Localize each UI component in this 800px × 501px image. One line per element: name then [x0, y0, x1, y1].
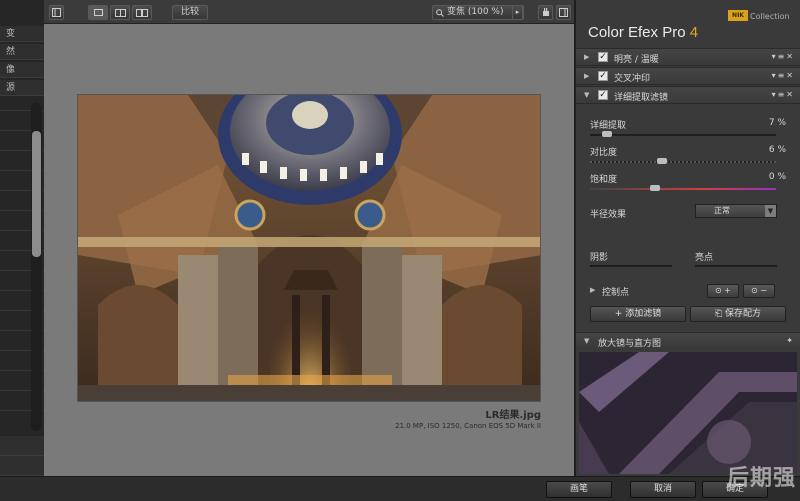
filter-row-detail-extractor[interactable]: ▼ ✓ 详细提取滤镜 ▾≡✕	[576, 86, 800, 104]
collapse-arrow-icon[interactable]: ▼	[584, 337, 589, 345]
slider-thumb[interactable]	[650, 185, 660, 191]
filter-menu-icon[interactable]: ▾≡✕	[772, 52, 795, 61]
side-by-side-icon	[136, 9, 148, 17]
save-icon: ⎗	[714, 309, 726, 319]
split-view-icon	[114, 9, 126, 17]
filter-menu-icon[interactable]: ▾≡✕	[772, 90, 795, 99]
loupe-label: 放大镜与直方图	[598, 339, 662, 349]
add-filter-button[interactable]: + 添加滤镜	[590, 306, 686, 322]
collection-label: Collection	[750, 12, 790, 21]
image-canvas[interactable]: LR结果.jpg 21.0 MP, ISO 1250, Canon EOS 5D…	[44, 24, 574, 476]
loupe-toggle-icon	[559, 8, 568, 17]
filter-panel: NIK Collection Color Efex Pro 4 ▶ ✓ 明亮 /…	[574, 0, 800, 476]
image-caption: LR结果.jpg 21.0 MP, ISO 1250, Canon EOS 5D…	[395, 406, 541, 430]
chevron-down-icon: ▼	[765, 205, 776, 217]
image-filename: LR结果.jpg	[485, 410, 541, 421]
loupe-toggle-button[interactable]	[556, 5, 571, 20]
search-icon	[436, 9, 444, 17]
app-version: 4	[689, 24, 699, 41]
slider-label-saturation: 饱和度	[590, 175, 618, 185]
filter-row-cross-processing[interactable]: ▶ ✓ 交叉冲印 ▾≡✕	[576, 67, 800, 85]
loupe-header[interactable]: ▼ 放大镜与直方图 ✦	[576, 332, 800, 350]
highlights-label: 亮点	[695, 253, 714, 263]
image-meta: 21.0 MP, ISO 1250, Canon EOS 5D Mark II	[395, 422, 541, 430]
save-recipe-button[interactable]: ⎗ 保存配方	[690, 306, 786, 322]
slider-value-contrast: 6 %	[768, 145, 786, 155]
remove-control-point-button[interactable]: ⊙ −	[743, 284, 775, 298]
slider-detail[interactable]	[590, 131, 776, 137]
slider-contrast[interactable]	[590, 158, 776, 164]
expand-arrow-icon[interactable]: ▶	[590, 286, 595, 294]
zoom-label: 变焦 (100 %)	[447, 7, 504, 17]
basilica-photo	[78, 95, 540, 401]
left-footer-row	[0, 436, 44, 456]
filter-label: 详细提取滤镜	[614, 93, 669, 103]
loupe-image	[579, 352, 797, 474]
filter-label: 交叉冲印	[614, 74, 651, 84]
left-item-1[interactable]: 变	[0, 26, 44, 42]
side-by-side-button[interactable]	[132, 5, 152, 20]
collapse-arrow-icon[interactable]: ▼	[584, 91, 589, 99]
panel-toggle-icon	[52, 8, 61, 17]
bottom-bar: 画笔 取消 确定	[0, 476, 800, 501]
left-item-3[interactable]: 像	[0, 62, 44, 78]
zoom-select[interactable]: 变焦 (100 %)	[432, 5, 524, 20]
radius-select[interactable]: 正常 ▼	[695, 204, 777, 218]
filter-checkbox[interactable]: ✓	[598, 52, 608, 62]
slider-saturation[interactable]	[590, 185, 776, 191]
pin-icon[interactable]: ✦	[786, 336, 795, 345]
left-footer-row	[0, 456, 44, 476]
single-view-button[interactable]	[88, 5, 108, 20]
cancel-button[interactable]: 取消	[630, 481, 696, 498]
loupe-preview[interactable]	[579, 352, 797, 474]
scrollbar-thumb[interactable]	[32, 131, 41, 257]
slider-shadows[interactable]	[590, 265, 672, 267]
add-control-point-button[interactable]: ⊙ +	[707, 284, 739, 298]
expand-arrow-icon[interactable]: ▶	[584, 72, 589, 80]
app-title: Color Efex Pro 4	[588, 24, 698, 41]
radius-value: 正常	[714, 206, 730, 215]
single-view-icon	[93, 9, 103, 16]
shadows-label: 阴影	[590, 253, 609, 263]
filter-menu-icon[interactable]: ▾≡✕	[772, 71, 795, 80]
slider-value-saturation: 0 %	[768, 172, 786, 182]
zoom-dropdown-button[interactable]: ▸	[512, 5, 523, 20]
slider-thumb[interactable]	[657, 158, 667, 164]
nik-logo: NIK	[728, 10, 748, 21]
top-toolbar: 比较 变焦 (100 %) ▸	[44, 0, 574, 24]
brush-button[interactable]: 画笔	[546, 481, 612, 498]
control-point-plus-icon: ⊙ +	[715, 286, 731, 295]
left-scrollbar[interactable]	[31, 103, 42, 431]
hand-icon	[542, 8, 549, 16]
control-points-label: 控制点	[602, 288, 630, 298]
left-item-2[interactable]: 然	[0, 44, 44, 60]
expand-arrow-icon[interactable]: ▶	[584, 53, 589, 61]
filter-checkbox[interactable]: ✓	[598, 71, 608, 81]
save-recipe-label: 保存配方	[725, 309, 762, 319]
filter-label: 明亮 / 温暖	[614, 55, 659, 65]
slider-value-detail: 7 %	[768, 118, 786, 128]
slider-thumb[interactable]	[602, 131, 612, 137]
left-item-4[interactable]: 源	[0, 80, 44, 96]
filter-row-bright-warm[interactable]: ▶ ✓ 明亮 / 温暖 ▾≡✕	[576, 48, 800, 66]
app-title-text: Color Efex Pro	[588, 24, 686, 41]
add-filter-label: 添加滤镜	[625, 309, 662, 319]
split-view-button[interactable]	[110, 5, 130, 20]
slider-label-detail: 详细提取	[590, 121, 627, 131]
radius-label: 半径效果	[590, 210, 627, 220]
preview-image[interactable]	[77, 94, 541, 402]
slider-label-contrast: 对比度	[590, 148, 618, 158]
filter-checkbox[interactable]: ✓	[598, 90, 608, 100]
hand-tool-button[interactable]	[538, 5, 553, 20]
control-point-minus-icon: ⊙ −	[751, 286, 767, 295]
plus-icon: +	[614, 309, 626, 319]
left-sidebar: 变 然 像 源	[0, 0, 44, 501]
watermark: 后期强	[726, 466, 796, 491]
slider-highlights[interactable]	[695, 265, 777, 267]
panel-toggle-button[interactable]	[49, 5, 64, 20]
compare-button[interactable]: 比较	[172, 5, 208, 20]
